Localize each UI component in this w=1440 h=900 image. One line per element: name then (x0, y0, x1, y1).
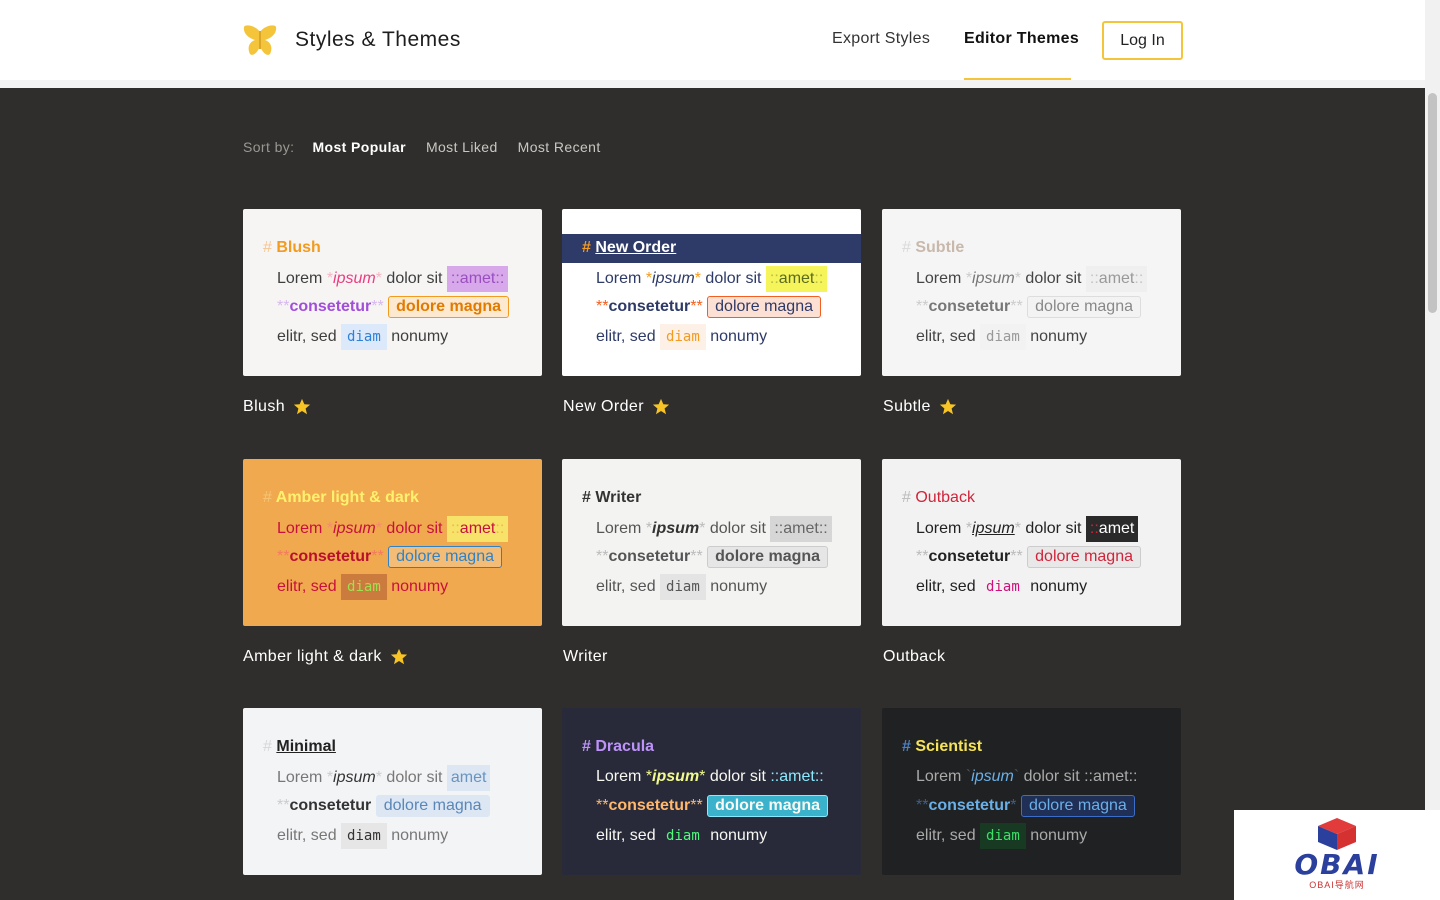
preview-line: Lorem *ipsum* dolor sit ::amet:: (916, 266, 1148, 292)
preview-line: Lorem *ipsum* dolor sit ::amet:: (596, 266, 828, 292)
preview-line: **consetetur** dolore magna (596, 545, 829, 569)
preview-line: Lorem `ipsum` dolor sit ::amet:: (916, 768, 1138, 785)
theme-title-blush[interactable]: Blush (243, 398, 311, 416)
header-divider (0, 80, 1425, 88)
preview-heading: # Dracula (582, 738, 655, 755)
preview-line: elitr, sed diam nonumy (277, 324, 448, 350)
star-icon[interactable] (293, 398, 311, 416)
theme-title-subtle[interactable]: Subtle (883, 398, 957, 416)
nav-editor-themes[interactable]: Editor Themes (964, 30, 1079, 48)
theme-card-dracula[interactable]: # Dracula Lorem *ipsum* dolor sit ::amet… (562, 708, 861, 875)
preview-heading: # Blush (263, 239, 321, 256)
theme-card-amber[interactable]: # Amber light & dark Lorem *ipsum* dolor… (243, 459, 542, 626)
watermark-logo: OBAI OBAI导航网 (1234, 810, 1440, 900)
theme-card-minimal[interactable]: # Minimal Lorem *ipsum* dolor sit amet *… (243, 708, 542, 875)
theme-card-blush[interactable]: # Blush Lorem *ipsum* dolor sit ::amet::… (243, 209, 542, 376)
star-icon[interactable] (939, 398, 957, 416)
watermark-text: OBAI (1294, 848, 1380, 881)
theme-title-amber[interactable]: Amber light & dark (243, 648, 408, 666)
preview-line: **consetetur** dolore magna (596, 794, 829, 818)
preview-line: Lorem *ipsum* dolor sit ::amet:: (596, 516, 832, 542)
preview-line: elitr, sed diam nonumy (916, 823, 1087, 849)
login-button[interactable]: Log In (1102, 21, 1183, 60)
preview-line: Lorem *ipsum* dolor sit ::amet (916, 516, 1139, 542)
preview-line: elitr, sed diam nonumy (277, 574, 448, 600)
sort-most-liked[interactable]: Most Liked (426, 139, 498, 155)
brand-title[interactable]: Styles & Themes (295, 28, 461, 52)
preview-line: **consetetur** dolore magna (916, 545, 1141, 569)
star-icon[interactable] (390, 648, 408, 666)
preview-line: **consetetur** dolore magna (916, 295, 1141, 319)
preview-line: **consetetur** dolore magna (277, 545, 502, 569)
preview-line: Lorem *ipsum* dolor sit ::amet:: (277, 516, 509, 542)
preview-heading: # Amber light & dark (263, 489, 419, 506)
preview-line: **consetetur** dolore magna (277, 295, 510, 319)
butterfly-logo-icon[interactable] (243, 24, 277, 57)
preview-line: elitr, sed diam nonumy (596, 827, 768, 844)
preview-line: Lorem *ipsum* dolor sit amet (277, 765, 491, 791)
preview-line: elitr, sed diam nonumy (916, 324, 1087, 350)
sort-label: Sort by: (243, 139, 295, 155)
theme-card-new-order[interactable]: # New Order Lorem *ipsum* dolor sit ::am… (562, 209, 861, 376)
preview-line: elitr, sed diam nonumy (916, 578, 1088, 595)
theme-title-new-order[interactable]: New Order (563, 398, 670, 416)
preview-line: elitr, sed diam nonumy (277, 823, 448, 849)
scrollbar-thumb[interactable] (1428, 93, 1437, 313)
preview-heading: # Scientist (902, 738, 983, 755)
preview-heading: # Minimal (263, 738, 336, 755)
preview-line: elitr, sed diam nonumy (596, 574, 767, 600)
theme-title-outback[interactable]: Outback (883, 648, 945, 666)
star-icon[interactable] (652, 398, 670, 416)
preview-heading: # Writer (582, 489, 642, 506)
preview-line: **consetetur** dolore magna (596, 295, 821, 319)
sort-most-popular[interactable]: Most Popular (312, 139, 405, 155)
preview-line: Lorem *ipsum* dolor sit ::amet:: (277, 266, 509, 292)
theme-card-subtle[interactable]: # Subtle Lorem *ipsum* dolor sit ::amet:… (882, 209, 1181, 376)
preview-heading: # Subtle (902, 239, 965, 256)
cube-logo-icon (1318, 818, 1356, 850)
top-header: Styles & Themes Export Styles Editor The… (0, 0, 1425, 80)
theme-title-writer[interactable]: Writer (563, 648, 608, 666)
preview-line: Lorem *ipsum* dolor sit ::amet:: (596, 768, 824, 785)
sort-bar: Sort by: Most Popular Most Liked Most Re… (243, 139, 601, 155)
nav-export-styles[interactable]: Export Styles (832, 30, 930, 48)
theme-card-writer[interactable]: # Writer Lorem *ipsum* dolor sit ::amet:… (562, 459, 861, 626)
watermark-subtext: OBAI导航网 (1309, 880, 1365, 890)
preview-line: **consetetur dolore magna (277, 794, 490, 818)
preview-line: **consetetur* dolore magna (916, 794, 1135, 818)
sort-most-recent[interactable]: Most Recent (518, 139, 601, 155)
theme-card-outback[interactable]: # Outback Lorem *ipsum* dolor sit ::amet… (882, 459, 1181, 626)
preview-heading: # New Order (582, 239, 677, 256)
preview-line: elitr, sed diam nonumy (596, 324, 767, 350)
theme-card-scientist[interactable]: # Scientist Lorem `ipsum` dolor sit ::am… (882, 708, 1181, 875)
preview-heading: # Outback (902, 489, 975, 506)
